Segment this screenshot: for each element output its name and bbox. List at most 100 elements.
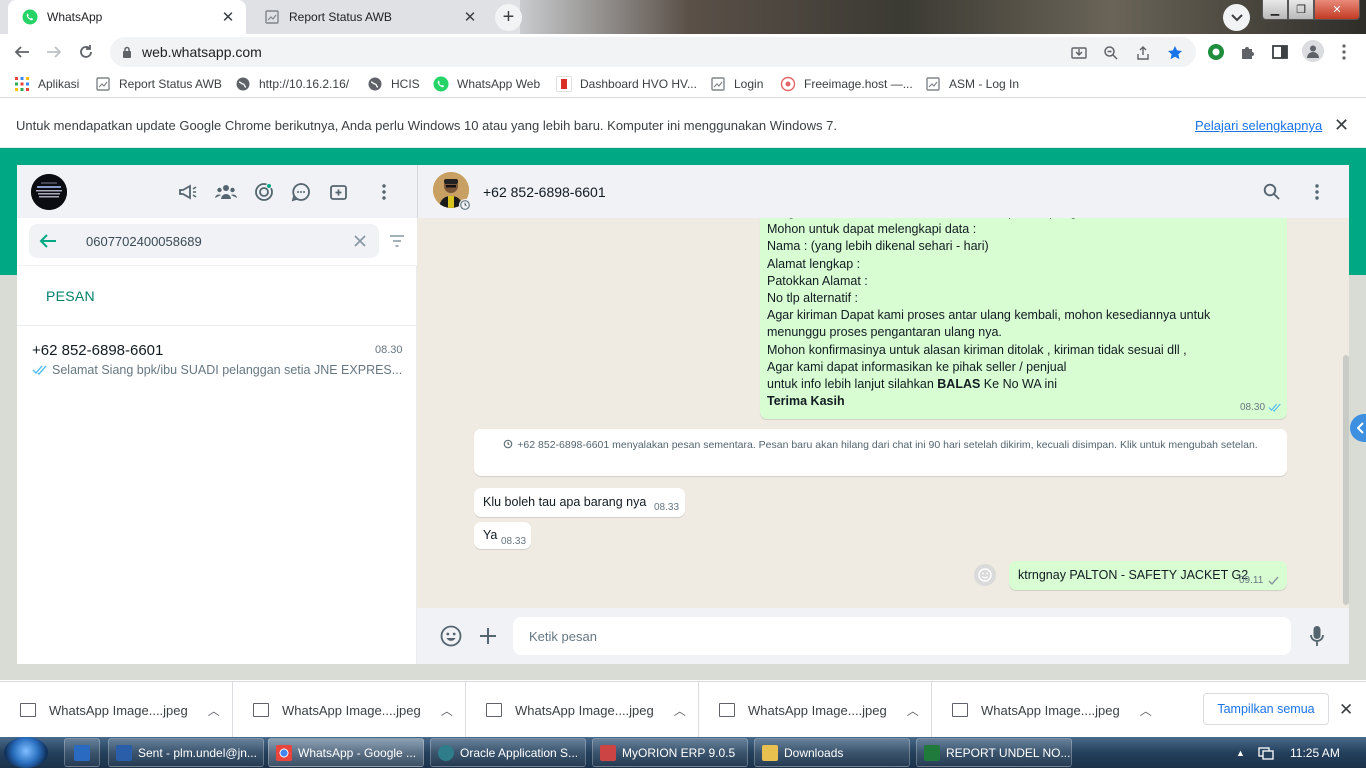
bookmark-whatsapp-web[interactable]: WhatsApp Web <box>433 75 540 93</box>
react-emoji-button[interactable] <box>974 564 996 586</box>
download-item[interactable]: WhatsApp Image....jpeg ︿ <box>0 682 233 738</box>
close-icon[interactable]: ✕ <box>1334 115 1349 136</box>
message-incoming-bubble[interactable]: Ya 08.33 <box>474 522 531 549</box>
profile-avatar-icon[interactable] <box>1302 40 1324 62</box>
reload-button[interactable] <box>74 41 98 63</box>
show-all-downloads-button[interactable]: Tampilkan semua <box>1203 693 1329 725</box>
bookmark-label: HCIS <box>391 77 420 91</box>
bookmark-freeimage[interactable]: Freeimage.host —... <box>780 75 913 93</box>
bookmark-dashboard-hvo[interactable]: Dashboard HVO HV... <box>556 75 697 93</box>
taskbar-item[interactable]: REPORT UNDEL NO... <box>916 738 1072 767</box>
chat-scrollbar[interactable] <box>1343 355 1349 605</box>
message-closing: Terima Kasih <box>767 394 845 409</box>
close-tab-icon[interactable]: ✕ <box>220 9 236 26</box>
search-input[interactable]: 0607702400058689 <box>29 224 379 258</box>
taskbar-item[interactable]: Downloads <box>754 738 910 767</box>
attach-plus-icon[interactable] <box>479 627 497 645</box>
new-chat-icon[interactable] <box>328 181 350 203</box>
whatsapp-icon <box>22 9 38 25</box>
minimize-window-button[interactable]: ▁ <box>1262 0 1288 20</box>
profile-avatar[interactable] <box>31 174 67 210</box>
message-line: Agar kami dapat informasikan ke pihak se… <box>767 359 1067 374</box>
message-outgoing-bubble[interactable]: dengan no resi 0607702400058689 telah di… <box>760 199 1287 419</box>
close-icon[interactable]: ✕ <box>1339 700 1353 720</box>
bookmark-10-16-2-16[interactable]: http://10.16.2.16/ <box>235 75 349 93</box>
bookmark-star-icon[interactable] <box>1166 44 1184 62</box>
install-app-icon[interactable] <box>1070 44 1088 62</box>
menu-dots-icon[interactable] <box>373 181 395 203</box>
search-icon[interactable] <box>1263 183 1280 200</box>
chevron-up-icon[interactable]: ︿ <box>907 702 919 719</box>
chevron-up-icon[interactable]: ︿ <box>208 702 220 719</box>
message-line-balas: untuk info lebih lanjut silahkan BALAS K… <box>767 376 1287 393</box>
message-input[interactable]: Ketik pesan <box>513 617 1291 655</box>
share-icon[interactable] <box>1134 44 1152 62</box>
conversation-header: +62 852-6898-6601 <box>417 165 1349 218</box>
smiley-icon <box>978 568 992 582</box>
taskbar-item[interactable]: Oracle Application S... <box>430 738 586 767</box>
microphone-icon[interactable] <box>1310 625 1324 647</box>
bookmark-report-status-awb[interactable]: Report Status AWB <box>95 75 222 93</box>
taskbar-label: WhatsApp - Google ... <box>298 745 417 760</box>
clear-search-icon[interactable] <box>354 235 366 247</box>
tab-whatsapp[interactable]: WhatsApp ✕ <box>8 0 246 34</box>
tray-expand-icon[interactable]: ▲ <box>1236 748 1245 758</box>
download-item[interactable]: WhatsApp Image....jpeg ︿ <box>233 682 466 738</box>
address-bar[interactable]: web.whatsapp.com <box>110 37 1196 67</box>
download-item[interactable]: WhatsApp Image....jpeg ︿ <box>466 682 699 738</box>
extension-green-icon[interactable] <box>1206 42 1226 62</box>
network-icon[interactable] <box>1258 745 1274 761</box>
chrome-menu-icon[interactable] <box>1334 42 1354 62</box>
side-panel-icon[interactable] <box>1270 42 1290 62</box>
taskbar-item[interactable]: Sent - plm.undel@jn... <box>108 738 264 767</box>
chevron-up-icon[interactable]: ︿ <box>1140 702 1152 719</box>
bookmark-hcis[interactable]: HCIS <box>367 75 420 93</box>
double-check-icon <box>32 365 48 375</box>
search-row: 0607702400058689 <box>17 218 417 266</box>
status-ring-icon[interactable] <box>253 181 275 203</box>
conversation-panel: +62 852-6898-6601 dengan no resi 0607702… <box>417 165 1349 664</box>
close-window-button[interactable]: ✕ <box>1314 0 1360 20</box>
bookmark-label: Freeimage.host —... <box>804 77 913 91</box>
download-item[interactable]: WhatsApp Image....jpeg ︿ <box>932 682 1165 738</box>
chat-list-item[interactable]: +62 852-6898-6601 08.30 Selamat Siang bp… <box>17 335 417 387</box>
taskbar-item[interactable]: WhatsApp - Google ... <box>268 738 424 767</box>
system-message[interactable]: +62 852-6898-6601 menyalakan pesan semen… <box>474 429 1287 476</box>
divider <box>17 325 417 326</box>
back-button[interactable] <box>10 41 34 63</box>
chevron-up-icon[interactable]: ︿ <box>674 702 686 719</box>
zoom-icon[interactable] <box>1102 44 1120 62</box>
download-filename: WhatsApp Image....jpeg <box>515 702 654 718</box>
tab-search-button[interactable] <box>1223 4 1250 31</box>
extensions-puzzle-icon[interactable] <box>1238 42 1258 62</box>
chevron-up-icon[interactable]: ︿ <box>441 702 453 719</box>
new-tab-button[interactable]: + <box>495 4 522 31</box>
message-text: Klu boleh tau apa barang nya <box>483 495 647 509</box>
download-item[interactable]: WhatsApp Image....jpeg ︿ <box>699 682 932 738</box>
close-tab-icon[interactable]: ✕ <box>462 9 478 26</box>
bookmark-aplikasi[interactable]: Aplikasi <box>14 75 79 93</box>
downloads-shelf: WhatsApp Image....jpeg ︿ WhatsApp Image..… <box>0 681 1366 738</box>
communities-megaphone-icon[interactable] <box>177 181 199 203</box>
bookmark-login[interactable]: Login <box>710 75 763 93</box>
emoji-icon[interactable] <box>440 625 462 647</box>
learn-more-link[interactable]: Pelajari selengkapnya <box>1195 118 1322 133</box>
maximize-window-button[interactable]: ❐ <box>1288 0 1314 20</box>
message-incoming-bubble[interactable]: Klu boleh tau apa barang nya 08.33 <box>474 488 685 517</box>
taskbar-clock[interactable]: 11:25 AM <box>1290 746 1340 760</box>
back-arrow-icon[interactable] <box>39 233 57 249</box>
windows-start-button[interactable] <box>4 737 48 768</box>
tab-report-status-awb[interactable]: Report Status AWB ✕ <box>250 0 488 34</box>
bookmark-asm-login[interactable]: ASM - Log In <box>925 75 1019 93</box>
message-outgoing-bubble[interactable]: ktrngnay PALTON - SAFETY JACKET G2 09.11 <box>1009 561 1287 590</box>
message-line: menunggu proses pengantaran ulang nya. <box>767 325 1002 340</box>
taskbar-item[interactable]: MyORION ERP 9.0.5 <box>592 738 748 767</box>
forward-button[interactable] <box>42 41 66 63</box>
taskbar-pinned-outlook[interactable] <box>64 738 100 767</box>
broken-page-icon <box>95 76 111 92</box>
channels-chat-icon[interactable] <box>290 181 312 203</box>
filter-icon[interactable] <box>389 235 405 247</box>
chat-sidebar: 0607702400058689 PESAN +62 852-6898-6601… <box>17 165 417 664</box>
community-group-icon[interactable] <box>215 181 237 203</box>
menu-dots-icon[interactable] <box>1315 184 1319 200</box>
